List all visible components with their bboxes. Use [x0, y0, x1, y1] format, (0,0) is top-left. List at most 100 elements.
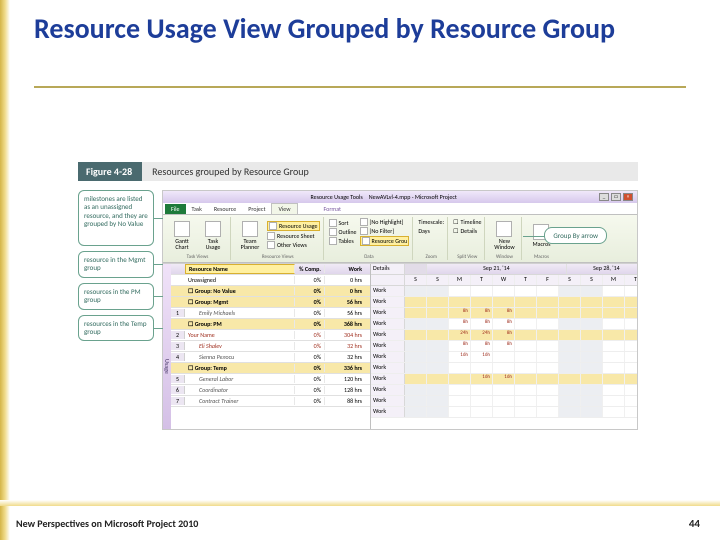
highlight-dropdown[interactable]: [No Highlight] — [360, 218, 410, 226]
cell-name: Coordinator — [185, 386, 295, 394]
day-m: M — [449, 275, 471, 285]
tp-cell — [537, 385, 559, 395]
team-planner-button[interactable]: Team Planner — [236, 218, 264, 252]
group-by-dropdown[interactable]: Resource Grou — [360, 236, 410, 246]
day-t: T — [471, 275, 493, 285]
detail-label: Work — [371, 330, 405, 340]
tables-icon — [329, 237, 337, 245]
tab-project[interactable]: Project — [242, 204, 271, 214]
maximize-button[interactable]: ▭ — [611, 193, 621, 201]
gantt-chart-button[interactable]: Gantt Chart — [168, 218, 196, 252]
tp-row-sienna: Work — [371, 363, 638, 374]
detail-label: Work — [371, 363, 405, 373]
col-pct-header[interactable]: % Comp. — [295, 265, 325, 273]
tab-format[interactable]: Format — [318, 204, 348, 214]
day-s: S — [427, 275, 449, 285]
timeline-checkbox[interactable]: ☐Timeline — [453, 218, 481, 226]
msproject-window: Resource Usage Tools NewAVLvl-4.mpp - Mi… — [162, 190, 638, 430]
row-general-labor[interactable]: 5 General Labor 0% 120 hrs — [171, 374, 370, 385]
row-emily[interactable]: 1 Emily Michaels 0% 56 hrs — [171, 308, 370, 319]
tp-cell — [603, 385, 625, 395]
close-button[interactable]: × — [623, 193, 633, 201]
cell-name: Unassigned — [185, 276, 295, 284]
tp-cell — [537, 308, 559, 318]
row-yourname[interactable]: 2 Your Name 0% 304 hrs — [171, 330, 370, 341]
resource-sheet-button[interactable]: Resource Sheet — [267, 232, 320, 240]
tables-button[interactable]: Tables — [329, 237, 357, 245]
timescale-dropdown[interactable]: Days — [418, 227, 444, 235]
row-group-temp[interactable]: ☐ Group: Temp 0% 336 hrs — [171, 363, 370, 374]
tp-cell — [449, 396, 471, 406]
tp-cell — [559, 341, 581, 351]
tp-cell — [537, 297, 559, 307]
tp-cell — [625, 308, 638, 318]
tp-cell — [427, 352, 449, 362]
tp-cell — [625, 286, 638, 296]
view-bar-usage[interactable]: Usage — [163, 264, 171, 429]
tp-cell — [559, 385, 581, 395]
new-window-button[interactable]: New Window — [490, 218, 518, 252]
row-coordinator[interactable]: 6 Coordinator 0% 128 hrs — [171, 385, 370, 396]
detail-label: Work — [371, 374, 405, 384]
row-unassigned[interactable]: Unassigned 0% 0 hrs — [171, 275, 370, 286]
filter-dropdown[interactable]: [No Filter] — [360, 227, 410, 235]
tp-row-group-novalue: Work — [371, 297, 638, 308]
cell-work: 304 hrs — [325, 331, 365, 339]
highlight-value: [No Highlight] — [370, 218, 404, 226]
row-sienna[interactable]: 4 Sienna Pелоси 0% 32 hrs — [171, 352, 370, 363]
day-t: T — [625, 275, 638, 285]
timephased-grid: Details Sep 21, '14 Sep 28, '14 S S M T … — [371, 264, 638, 429]
cell-id: 1 — [171, 309, 185, 317]
slide-title: Resource Usage View Grouped by Resource … — [34, 14, 674, 45]
row-group-mgmt[interactable]: ☐ Group: Mgmt 0% 56 hrs — [171, 297, 370, 308]
row-contract-trainer[interactable]: 7 Contract Trainer 0% 88 hrs — [171, 396, 370, 407]
details-col-header[interactable]: Details — [371, 264, 405, 274]
tp-cell — [427, 374, 449, 384]
tab-task[interactable]: Task — [186, 204, 208, 214]
details-checkbox[interactable]: ☐Details — [453, 227, 481, 235]
tp-cell — [581, 385, 603, 395]
tp-cell — [603, 297, 625, 307]
callout-pm: resources in the PM group — [78, 283, 154, 310]
tab-resource[interactable]: Resource — [208, 204, 242, 214]
col-work-header[interactable]: Work — [325, 265, 365, 273]
sort-button[interactable]: Sort — [329, 219, 357, 227]
timescale-value: Days — [418, 227, 429, 235]
filter-icon — [360, 227, 368, 235]
tp-cell: 8h — [449, 308, 471, 318]
tp-cell — [427, 407, 449, 417]
callout-milestones: milestones are listed as an unassigned r… — [78, 190, 154, 246]
tp-cell — [537, 319, 559, 329]
cell-work: 0 hrs — [325, 287, 365, 295]
tp-cell — [625, 407, 638, 417]
task-usage-button[interactable]: Task Usage — [199, 218, 227, 252]
outline-button[interactable]: Outline — [329, 228, 357, 236]
other-views-label: Other Views — [277, 241, 307, 249]
row-group-novalue[interactable]: ☐ Group: No Value 0% 0 hrs — [171, 286, 370, 297]
minimize-button[interactable]: _ — [599, 193, 609, 201]
resource-usage-button[interactable]: Resource Usage — [267, 221, 320, 231]
other-views-button[interactable]: Other Views — [267, 241, 320, 249]
tab-view[interactable]: View — [271, 203, 297, 214]
tab-file[interactable]: File — [165, 204, 186, 214]
cell-id: 5 — [171, 375, 185, 383]
col-name-header[interactable]: Resource Name — [185, 264, 295, 274]
tp-cell — [493, 407, 515, 417]
figure-body: milestones are listed as an unassigned r… — [78, 190, 638, 430]
resource-usage-sheet: Resource Name % Comp. Work Unassigned 0%… — [171, 264, 638, 429]
cell-name: ☐ Group: PM — [185, 320, 295, 328]
tp-cell — [493, 297, 515, 307]
tp-cell: 8h — [493, 330, 515, 340]
row-group-pm[interactable]: ☐ Group: PM 0% 368 hrs — [171, 319, 370, 330]
tp-cell — [625, 352, 638, 362]
day-f: F — [537, 275, 559, 285]
row-eli[interactable]: 3 Eli Shalev 0% 32 hrs — [171, 341, 370, 352]
tp-cell — [405, 363, 427, 373]
tables-label: Tables — [339, 237, 354, 245]
tp-cell — [515, 374, 537, 384]
tp-cell — [427, 330, 449, 340]
tp-cell — [581, 374, 603, 384]
title-underline — [34, 86, 686, 88]
slide-footer: New Perspectives on Microsoft Project 20… — [16, 517, 198, 530]
tp-cell — [493, 363, 515, 373]
